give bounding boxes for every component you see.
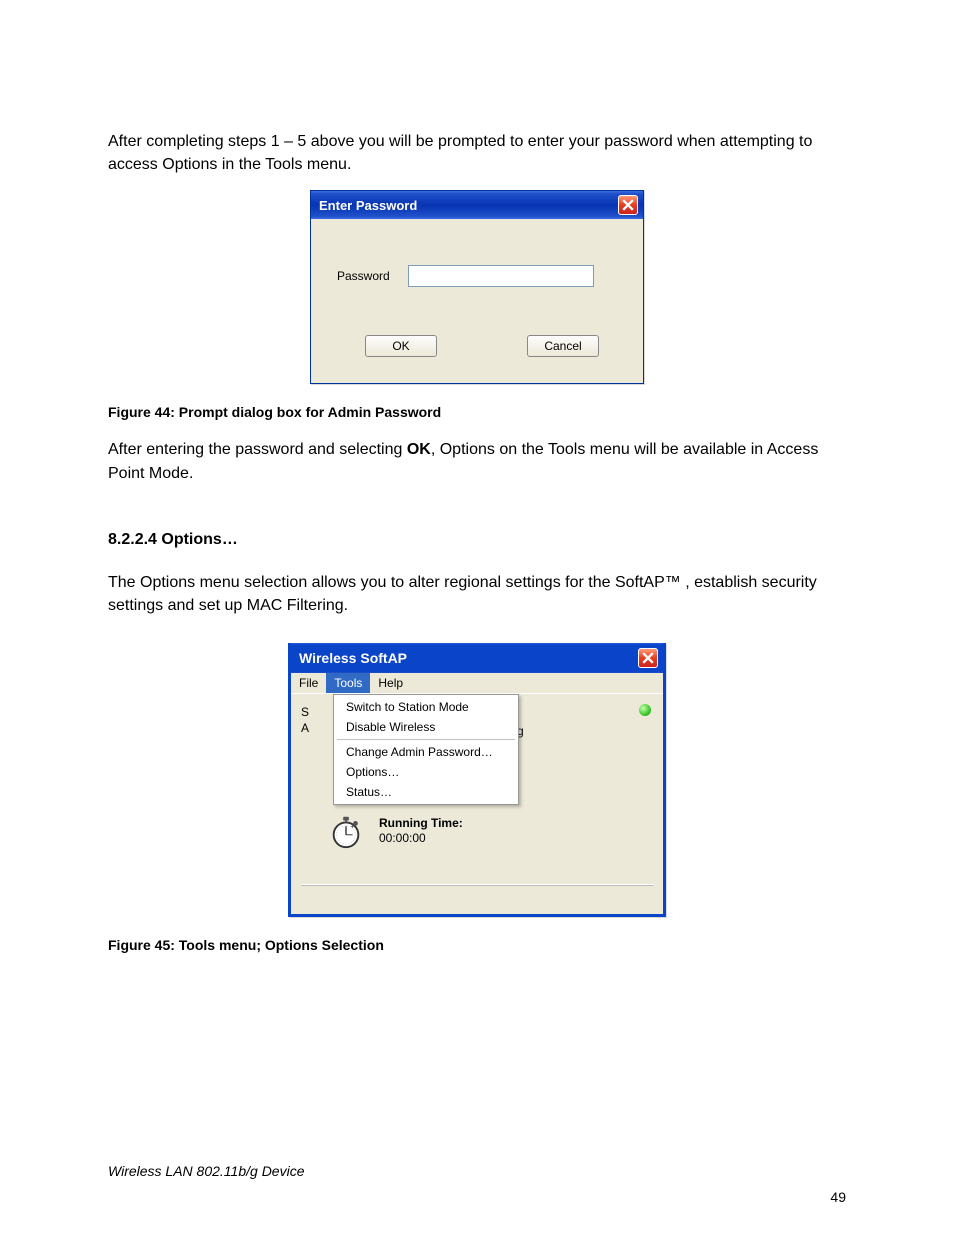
menu-item-disable-wireless[interactable]: Disable Wireless xyxy=(336,717,516,737)
password-label: Password xyxy=(337,269,390,283)
text-fragment: After entering the password and selectin… xyxy=(108,441,407,458)
paragraph-after-password: After entering the password and selectin… xyxy=(108,438,846,484)
softap-titlebar[interactable]: Wireless SoftAP xyxy=(291,643,663,673)
menu-file[interactable]: File xyxy=(291,673,326,693)
status-indicator-icon xyxy=(639,704,651,716)
close-icon[interactable] xyxy=(638,648,658,668)
footer-device-name: Wireless LAN 802.11b/g Device xyxy=(108,1163,305,1179)
paragraph-options-desc: The Options menu selection allows you to… xyxy=(108,571,846,617)
menubar: File Tools Help xyxy=(291,673,663,694)
page-number: 49 xyxy=(830,1189,846,1205)
paragraph-intro: After completing steps 1 – 5 above you w… xyxy=(108,130,846,176)
dialog-titlebar[interactable]: Enter Password xyxy=(311,191,643,219)
tools-dropdown-menu: Switch to Station Mode Disable Wireless … xyxy=(333,694,519,805)
dialog-title: Enter Password xyxy=(319,198,417,213)
menu-item-change-password[interactable]: Change Admin Password… xyxy=(336,742,516,762)
running-time-label: Running Time: xyxy=(379,816,463,832)
figure-45-container: Wireless SoftAP File Tools Help SA g Swi… xyxy=(108,643,846,917)
menu-item-options[interactable]: Options… xyxy=(336,762,516,782)
enter-password-dialog: Enter Password Password OK Cancel xyxy=(310,190,644,384)
wireless-softap-window: Wireless SoftAP File Tools Help SA g Swi… xyxy=(288,643,666,917)
menu-help[interactable]: Help xyxy=(370,673,411,693)
menu-item-status[interactable]: Status… xyxy=(336,782,516,802)
cancel-button[interactable]: Cancel xyxy=(527,335,599,357)
close-icon[interactable] xyxy=(618,195,638,215)
divider xyxy=(301,884,653,886)
figure-44-caption: Figure 44: Prompt dialog box for Admin P… xyxy=(108,404,846,420)
menu-separator xyxy=(337,739,515,740)
password-input[interactable] xyxy=(408,265,594,287)
running-time-value: 00:00:00 xyxy=(379,831,463,847)
figure-44-container: Enter Password Password OK Cancel xyxy=(108,190,846,384)
ok-button[interactable]: OK xyxy=(365,335,437,357)
stopwatch-icon xyxy=(327,812,365,850)
softap-title: Wireless SoftAP xyxy=(299,650,407,666)
text-bold-ok: OK xyxy=(407,441,431,458)
menu-tools[interactable]: Tools xyxy=(326,673,370,693)
figure-45-caption: Figure 45: Tools menu; Options Selection xyxy=(108,937,846,953)
obscured-text-left: SA xyxy=(301,704,309,736)
menu-item-switch-station[interactable]: Switch to Station Mode xyxy=(336,697,516,717)
section-heading-options: 8.2.2.4 Options… xyxy=(108,531,846,549)
